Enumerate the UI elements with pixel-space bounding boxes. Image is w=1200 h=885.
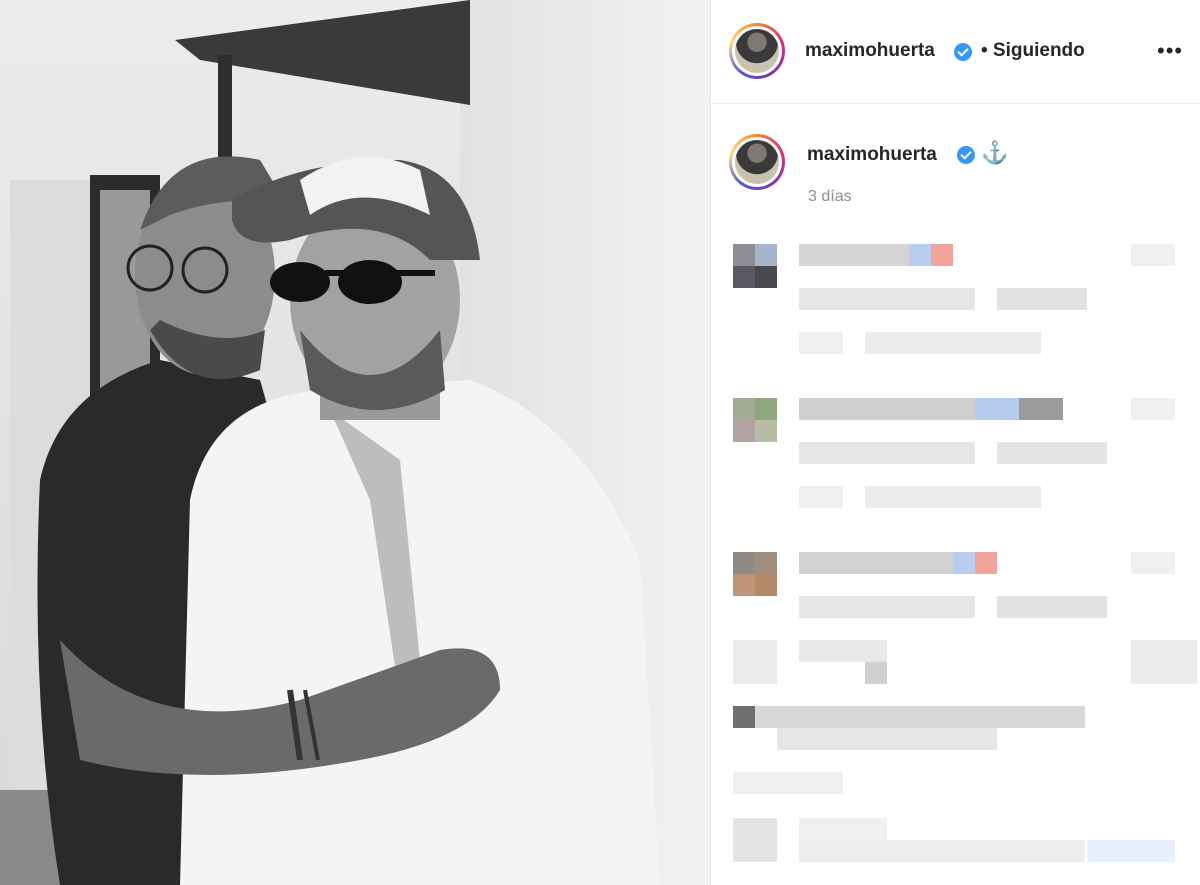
post-timestamp[interactable]: 3 días <box>808 188 852 206</box>
following-button[interactable]: • Siguiendo <box>981 40 1085 62</box>
photo-illustration <box>0 0 710 885</box>
author-avatar[interactable] <box>729 23 785 79</box>
anchor-emoji: ⚓ <box>981 140 1009 165</box>
caption-username[interactable]: maximohuerta <box>807 144 937 166</box>
avatar-image <box>735 140 779 184</box>
avatar-image <box>735 29 779 73</box>
post-side-panel: maximohuerta • Siguiendo ••• maximohuert… <box>710 0 1200 885</box>
author-username[interactable]: maximohuerta <box>805 40 935 62</box>
post-header: maximohuerta • Siguiendo ••• <box>711 0 1200 104</box>
caption-avatar[interactable] <box>729 134 785 190</box>
verified-badge-icon <box>954 43 972 61</box>
verified-badge-icon <box>957 146 975 164</box>
more-options-icon[interactable]: ••• <box>1157 38 1183 64</box>
post-photo <box>0 0 710 885</box>
comments-list <box>711 230 1200 885</box>
